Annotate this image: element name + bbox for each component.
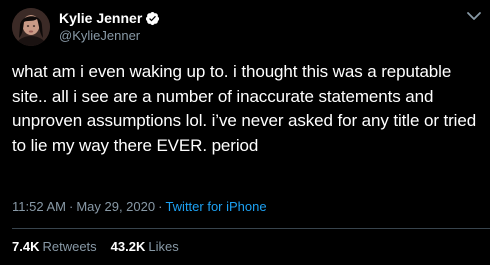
verified-badge-icon xyxy=(145,11,160,26)
likes-label: Likes xyxy=(148,239,179,254)
tweet-text: what am i even waking up to. i thought t… xyxy=(12,62,477,155)
meta-separator: · xyxy=(158,199,163,214)
avatar-image xyxy=(12,8,50,46)
likes-stat[interactable]: 43.2K Likes xyxy=(111,239,179,254)
meta-separator: · xyxy=(68,199,74,214)
chevron-down-icon[interactable] xyxy=(466,10,482,22)
tweet-source-link[interactable]: Twitter for iPhone xyxy=(165,199,266,214)
author-display-name[interactable]: Kylie Jenner xyxy=(59,10,142,27)
author-handle[interactable]: @KylieJenner xyxy=(59,28,140,44)
tweet-stats: 7.4K Retweets 43.2K Likes xyxy=(12,239,179,255)
divider xyxy=(12,228,490,229)
tweet-time[interactable]: 11:52 AM xyxy=(12,199,66,214)
retweets-stat[interactable]: 7.4K Retweets xyxy=(12,239,97,254)
likes-count: 43.2K xyxy=(110,239,146,254)
tweet-date[interactable]: May 29, 2020 xyxy=(76,199,155,214)
tweet-card: Kylie Jenner @KylieJenner what am i even… xyxy=(0,0,490,265)
tweet-meta: 11:52 AM · May 29, 2020 · Twitter for iPhone xyxy=(12,199,267,215)
avatar[interactable] xyxy=(12,8,50,46)
retweets-label: Retweets xyxy=(42,239,97,254)
retweets-count: 7.4K xyxy=(12,239,40,254)
author-name-row[interactable]: Kylie Jenner xyxy=(59,10,160,27)
